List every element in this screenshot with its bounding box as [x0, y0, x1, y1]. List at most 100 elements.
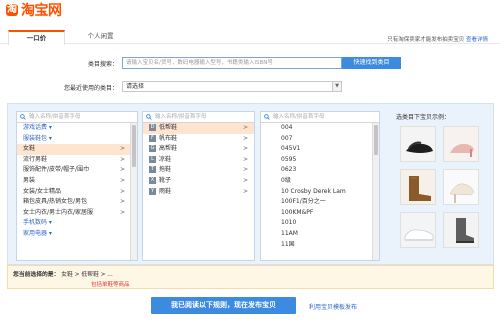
category-group[interactable]: 手机数码 ▾ [17, 218, 137, 229]
category-item[interactable]: 女装/女士精品 > [17, 187, 137, 198]
subcategory-label: 雨鞋 [159, 187, 172, 195]
chevron-right-icon: > [242, 145, 248, 153]
example-image-black-flats[interactable] [400, 126, 436, 162]
brand-item[interactable]: 1010 [261, 218, 379, 229]
examples-title: 选类目下宝贝示例： [396, 114, 451, 121]
brand-item[interactable]: 10 Crosby Derek Lam [261, 187, 379, 198]
index-letter: D [149, 124, 156, 131]
category-label: 女装/女士精品 [23, 187, 62, 195]
example-image-white-heels[interactable] [443, 169, 479, 205]
category-item[interactable]: 箱包皮具/热销女包/男包 > [17, 197, 137, 208]
example-image-ankle-boots[interactable] [443, 212, 479, 248]
auction-note: 只有淘保卖家才能发布拍卖宝贝 查看详情 [387, 35, 488, 43]
subcategory-item[interactable]: D 低帮鞋 > [143, 123, 254, 134]
category-label: 家用电器 [23, 229, 48, 237]
category-item[interactable]: 男装 > [17, 176, 137, 187]
chevron-right-icon: > [119, 166, 125, 174]
index-letter: G [149, 145, 156, 153]
current-selection-path: 女鞋 > 低帮鞋 > ... [61, 272, 113, 278]
chevron-right-icon: > [242, 166, 248, 174]
caret-down-icon: ▾ [47, 124, 52, 131]
chevron-right-icon: > [242, 176, 248, 184]
brand-item[interactable]: 004 [261, 123, 379, 134]
recent-category-value: 请选择 [126, 83, 145, 90]
caret-down-icon: ▾ [47, 219, 52, 227]
brand-item[interactable]: 007 [261, 134, 379, 145]
column-1-search[interactable]: 输入名称/拼音首字母 [17, 112, 137, 123]
current-selection-label: 您当前选择的是： [13, 272, 60, 278]
category-search-input[interactable]: 请输入宝贝名/货号，数码电器输入型号，书籍类输入ISBN号 [122, 57, 342, 69]
example-image-pink-heels[interactable] [443, 126, 479, 162]
view-details-link[interactable]: 查看详情 [466, 37, 488, 43]
subcategory-label: 凉鞋 [159, 155, 172, 163]
category-label: 服饰配件/皮带/帽子/围巾 [23, 166, 90, 174]
scroll-thumb[interactable] [132, 125, 136, 167]
column-1-search-placeholder: 输入名称/拼音首字母 [29, 114, 81, 120]
brand-item[interactable]: 11AM [261, 229, 379, 240]
category-selector: 输入名称/拼音首字母 游戏话费 ▾ 服装鞋包 ▾ 女鞋 > 流行男鞋 > 服饰配件/皮带/帽… [7, 103, 494, 265]
category-label: 箱包皮具/热销女包/男包 [23, 198, 88, 206]
category-label: 服装鞋包 [23, 134, 48, 142]
chevron-right-icon: > [119, 198, 125, 206]
logo-mark: 淘 [6, 4, 18, 16]
template-publish-link[interactable]: 利用宝贝模板发布 [309, 302, 357, 311]
search-icon [20, 114, 26, 120]
chevron-down-icon[interactable]: ▼ [332, 82, 341, 91]
tab-personal-idle[interactable]: 个人闲置 [73, 30, 128, 44]
index-letter: L [149, 155, 156, 163]
recent-category-label: 您最近使用的类目： [63, 85, 118, 92]
index-letter: Y [149, 187, 156, 195]
example-image-brown-boots[interactable] [400, 169, 436, 205]
category-group[interactable]: 家用电器 ▾ [17, 229, 137, 240]
index-letter: F [149, 134, 156, 142]
chevron-right-icon: > [242, 187, 248, 195]
brand-item[interactable]: 045V1 [261, 144, 379, 155]
category-column-3: 输入名称/拼音首字母 004 007 045V1 0595 0623 0级 10 Crosb… [260, 111, 380, 261]
category-item[interactable]: 服饰配件/皮带/帽子/围巾 > [17, 165, 137, 176]
scroll-thumb[interactable] [374, 125, 378, 155]
subcategory-item[interactable]: X 靴子 > [143, 176, 254, 187]
category-item[interactable]: 女鞋 > [17, 144, 137, 155]
chevron-right-icon: > [119, 208, 125, 216]
subcategory-label: 帆布鞋 [159, 134, 178, 142]
column-1-scrollbar[interactable] [130, 123, 137, 260]
column-3-search[interactable]: 输入名称/拼音首字母 [261, 112, 379, 123]
column-2-search-placeholder: 输入名称/拼音首字母 [155, 114, 207, 120]
category-search-label: 类目搜索： [87, 61, 118, 68]
caret-down-icon: ▾ [47, 134, 52, 142]
brand-item[interactable]: 0595 [261, 155, 379, 166]
category-label: 手机数码 [23, 219, 48, 227]
brand-item[interactable]: 100KM&PF [261, 208, 379, 219]
category-label: 女士内衣/男士内衣/家居服 [23, 208, 94, 216]
column-3-list: 004 007 045V1 0595 0623 0级 10 Crosby Derek Lam… [261, 123, 379, 250]
subcategory-item[interactable]: L 凉鞋 > [143, 155, 254, 166]
subcategory-item[interactable]: Y 雨鞋 > [143, 187, 254, 198]
category-group[interactable]: 游戏话费 ▾ [17, 123, 137, 134]
tab-fixed-price[interactable]: 一口价 [8, 30, 65, 45]
subcategory-item[interactable]: F 帆布鞋 > [143, 134, 254, 145]
brand-item[interactable]: 11国 [261, 240, 379, 251]
category-group[interactable]: 服装鞋包 ▾ [17, 134, 137, 145]
recent-category-select[interactable]: 请选择 ▼ [122, 81, 342, 92]
category-note: 包括单鞋等商品 [91, 282, 130, 288]
column-3-scrollbar[interactable] [372, 123, 379, 260]
example-image-white-sneakers[interactable] [400, 212, 436, 248]
column-3-search-placeholder: 输入名称/拼音首字母 [273, 114, 325, 120]
example-products: 选类目下宝贝示例： [388, 111, 488, 261]
column-2-search[interactable]: 输入名称/拼音首字母 [143, 112, 254, 123]
category-label: 男装 [23, 176, 36, 184]
taobao-logo[interactable]: 淘 淘宝网 [6, 2, 62, 19]
category-item[interactable]: 流行男鞋 > [17, 155, 137, 166]
column-2-list: D 低帮鞋 > F 帆布鞋 > G 高帮鞋 > L 凉鞋 > T 拖鞋 > X 靴子 > Y 雨鞋 > [143, 123, 254, 197]
publish-item-button[interactable]: 我已阅读以下规则，现在发布宝贝 [151, 297, 296, 314]
index-letter: T [149, 166, 156, 174]
brand-item[interactable]: 100F1/百分之一 [261, 197, 379, 208]
subcategory-label: 拖鞋 [159, 166, 172, 174]
subcategory-item[interactable]: T 拖鞋 > [143, 165, 254, 176]
category-item[interactable]: 女士内衣/男士内衣/家居服 > [17, 208, 137, 219]
subcategory-item[interactable]: G 高帮鞋 > [143, 144, 254, 155]
quick-find-category-button[interactable]: 快速找到类目 [342, 57, 401, 69]
brand-item[interactable]: 0623 [261, 165, 379, 176]
caret-down-icon: ▾ [47, 229, 52, 237]
brand-item[interactable]: 0级 [261, 176, 379, 187]
